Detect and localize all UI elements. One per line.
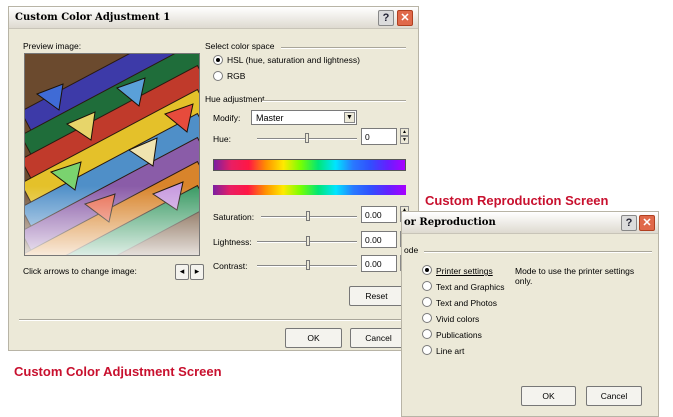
reproduction-dialog: or Reproduction ? ✕ ode Printer settings… <box>401 211 659 417</box>
title-bar[interactable]: or Reproduction ? ✕ <box>402 212 658 234</box>
hue-label: Hue: <box>213 134 231 144</box>
mode-label-vivid-colors: Vivid colors <box>436 314 480 324</box>
lightness-label: Lightness: <box>213 237 252 247</box>
contrast-slider-thumb[interactable] <box>306 260 310 270</box>
saturation-value: 0.00 <box>365 210 382 220</box>
lightness-slider-thumb[interactable] <box>306 236 310 246</box>
arrows-hint: Click arrows to change image: <box>23 266 137 276</box>
rgb-radio[interactable] <box>213 71 223 81</box>
chevron-down-icon: ▼ <box>344 112 355 123</box>
mode-radio-publications[interactable] <box>422 329 432 339</box>
modify-select[interactable]: Master ▼ <box>251 110 357 125</box>
saturation-label: Saturation: <box>213 212 255 222</box>
hue-slider-thumb[interactable] <box>305 133 309 143</box>
saturation-slider-thumb[interactable] <box>306 211 310 221</box>
title-bar[interactable]: Custom Color Adjustment 1 ? ✕ <box>9 7 418 29</box>
caption-reproduction: Custom Reproduction Screen <box>425 193 609 208</box>
preview-label: Preview image: <box>23 41 82 51</box>
close-button[interactable]: ✕ <box>639 215 655 231</box>
mode-radio-text-graphics[interactable] <box>422 281 432 291</box>
divider <box>262 100 406 102</box>
contrast-label: Contrast: <box>213 261 248 271</box>
divider <box>424 251 652 253</box>
lightness-input[interactable]: 0.00 ▲ ▼ <box>361 231 409 248</box>
modify-label: Modify: <box>213 113 241 123</box>
cancel-button[interactable]: Cancel <box>350 328 407 348</box>
reset-button[interactable]: Reset <box>349 286 404 306</box>
hue-input[interactable]: 0 ▲ ▼ <box>361 128 409 145</box>
mode-radio-vivid-colors[interactable] <box>422 313 432 323</box>
mode-radio-line-art[interactable] <box>422 345 432 355</box>
crayon-preview-image <box>24 53 200 256</box>
hsl-radio[interactable] <box>213 55 223 65</box>
mode-radio-text-photos[interactable] <box>422 297 432 307</box>
mode-radio-printer-settings[interactable] <box>422 265 432 275</box>
help-button[interactable]: ? <box>621 215 637 231</box>
prev-image-button[interactable]: ◂ <box>175 264 189 280</box>
mode-heading: ode <box>404 245 419 255</box>
mode-label-publications: Publications <box>436 330 482 340</box>
mode-label-line-art: Line art <box>436 346 465 356</box>
rgb-label: RGB <box>227 71 246 81</box>
hsl-label: HSL (hue, saturation and lightness) <box>227 55 360 65</box>
divider <box>281 47 406 49</box>
next-image-button[interactable]: ▸ <box>190 264 204 280</box>
mode-description: Mode to use the printer settings only. <box>515 266 635 286</box>
modify-value: Master <box>256 113 284 123</box>
mode-label-text-photos: Text and Photos <box>436 298 497 308</box>
caption-color-adjustment: Custom Color Adjustment Screen <box>14 364 222 379</box>
ok-button[interactable]: OK <box>285 328 342 348</box>
hue-value: 0 <box>365 132 370 142</box>
cancel-button[interactable]: Cancel <box>586 386 642 406</box>
mode-label-text-graphics: Text and Graphics <box>436 282 505 292</box>
spin-down-icon[interactable]: ▼ <box>400 136 409 144</box>
dialog-title: Custom Color Adjustment 1 <box>15 12 171 23</box>
help-button[interactable]: ? <box>378 10 394 26</box>
hue-spectrum-bottom <box>213 185 406 195</box>
lightness-value: 0.00 <box>365 235 382 245</box>
close-button[interactable]: ✕ <box>397 10 413 26</box>
spin-up-icon[interactable]: ▲ <box>400 128 409 136</box>
ok-button[interactable]: OK <box>521 386 576 406</box>
mode-label-printer-settings: Printer settings <box>436 266 493 276</box>
dialog-title: or Reproduction <box>404 217 496 228</box>
color-space-heading: Select color space <box>205 41 275 51</box>
saturation-input[interactable]: 0.00 ▲ ▼ <box>361 206 409 223</box>
hue-heading: Hue adjustment <box>205 94 265 104</box>
contrast-input[interactable]: 0.00 ▲ ▼ <box>361 255 409 272</box>
hue-spectrum-top <box>213 159 406 171</box>
divider <box>19 319 409 321</box>
contrast-value: 0.00 <box>365 259 382 269</box>
